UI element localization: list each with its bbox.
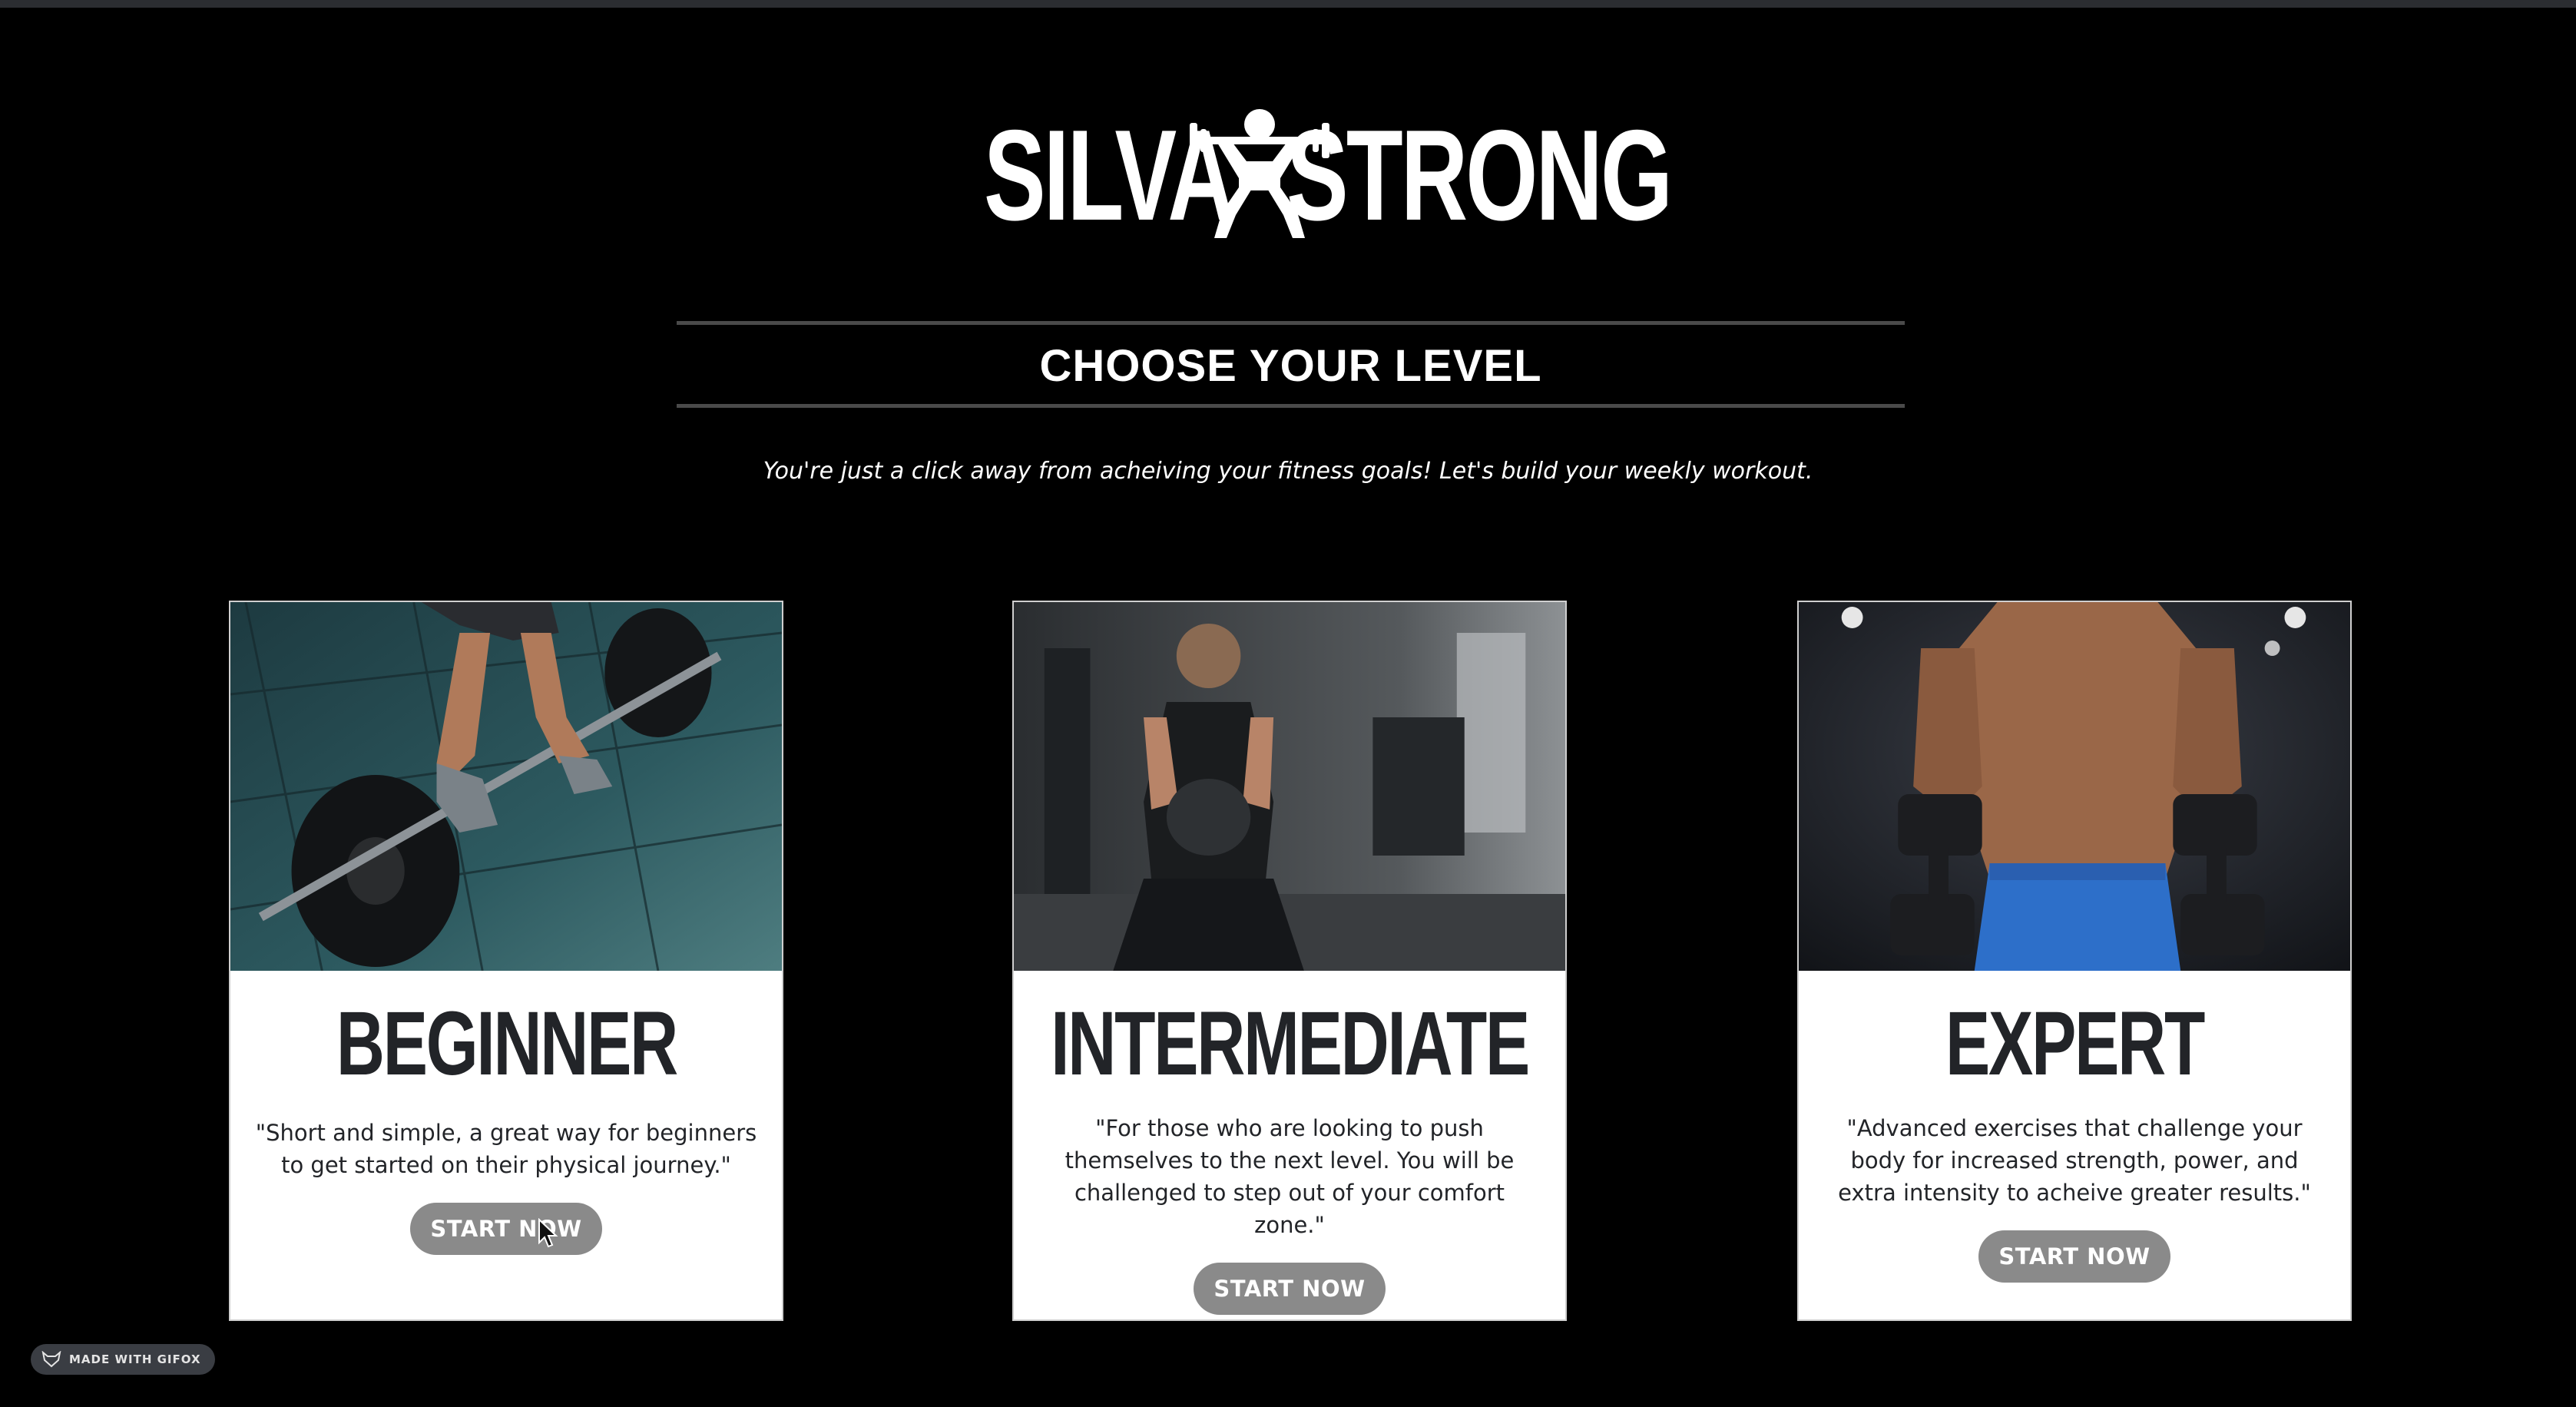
level-card-beginner: BEGINNER "Short and simple, a great way …: [229, 601, 783, 1321]
card-title-expert: EXPERT: [1945, 993, 2205, 1094]
gifox-badge-label: MADE WITH GIFOX: [69, 1352, 201, 1366]
page-subtitle: You're just a click away from acheiving …: [763, 458, 1813, 485]
heading-divider-top: [677, 321, 1905, 325]
logo-word-silva: SILVA: [983, 102, 1235, 247]
made-with-gifox-badge[interactable]: MADE WITH GIFOX: [31, 1344, 215, 1375]
page-title: CHOOSE YOUR LEVEL: [1039, 340, 1542, 391]
fox-icon: [41, 1351, 61, 1368]
card-description-intermediate: "For those who are looking to push thems…: [1065, 1115, 1515, 1238]
level-card-intermediate: INTERMEDIATE "For those who are looking …: [1012, 601, 1567, 1321]
card-title-beginner: BEGINNER: [336, 993, 677, 1094]
start-now-button-intermediate[interactable]: START NOW: [1194, 1263, 1386, 1315]
level-card-expert: EXPERT "Advanced exercises that challeng…: [1797, 601, 2352, 1321]
card-description-beginner: "Short and simple, a great way for begin…: [255, 1120, 757, 1178]
start-now-button-beginner[interactable]: START NOW: [410, 1203, 602, 1255]
start-now-button-expert[interactable]: START NOW: [1978, 1230, 2170, 1283]
dumbbell-bodybuilder-photo: [1799, 602, 2350, 971]
card-title-intermediate: INTERMEDIATE: [1051, 993, 1530, 1094]
kettlebell-squat-photo: [1014, 602, 1565, 971]
window-top-bar: [0, 0, 2576, 8]
barbell-deadlift-photo: [230, 602, 782, 971]
site-logo[interactable]: SILVA STRONG: [0, 108, 2576, 242]
mouse-cursor-icon: [538, 1218, 558, 1248]
card-body: INTERMEDIATE "For those who are looking …: [1014, 971, 1565, 1319]
logo-word-strong: STRONG: [1286, 102, 1673, 247]
card-body: EXPERT "Advanced exercises that challeng…: [1799, 971, 2350, 1319]
heading-divider-bottom: [677, 404, 1905, 408]
card-description-expert: "Advanced exercises that challenge your …: [1838, 1115, 2311, 1206]
card-body: BEGINNER "Short and simple, a great way …: [230, 971, 782, 1319]
